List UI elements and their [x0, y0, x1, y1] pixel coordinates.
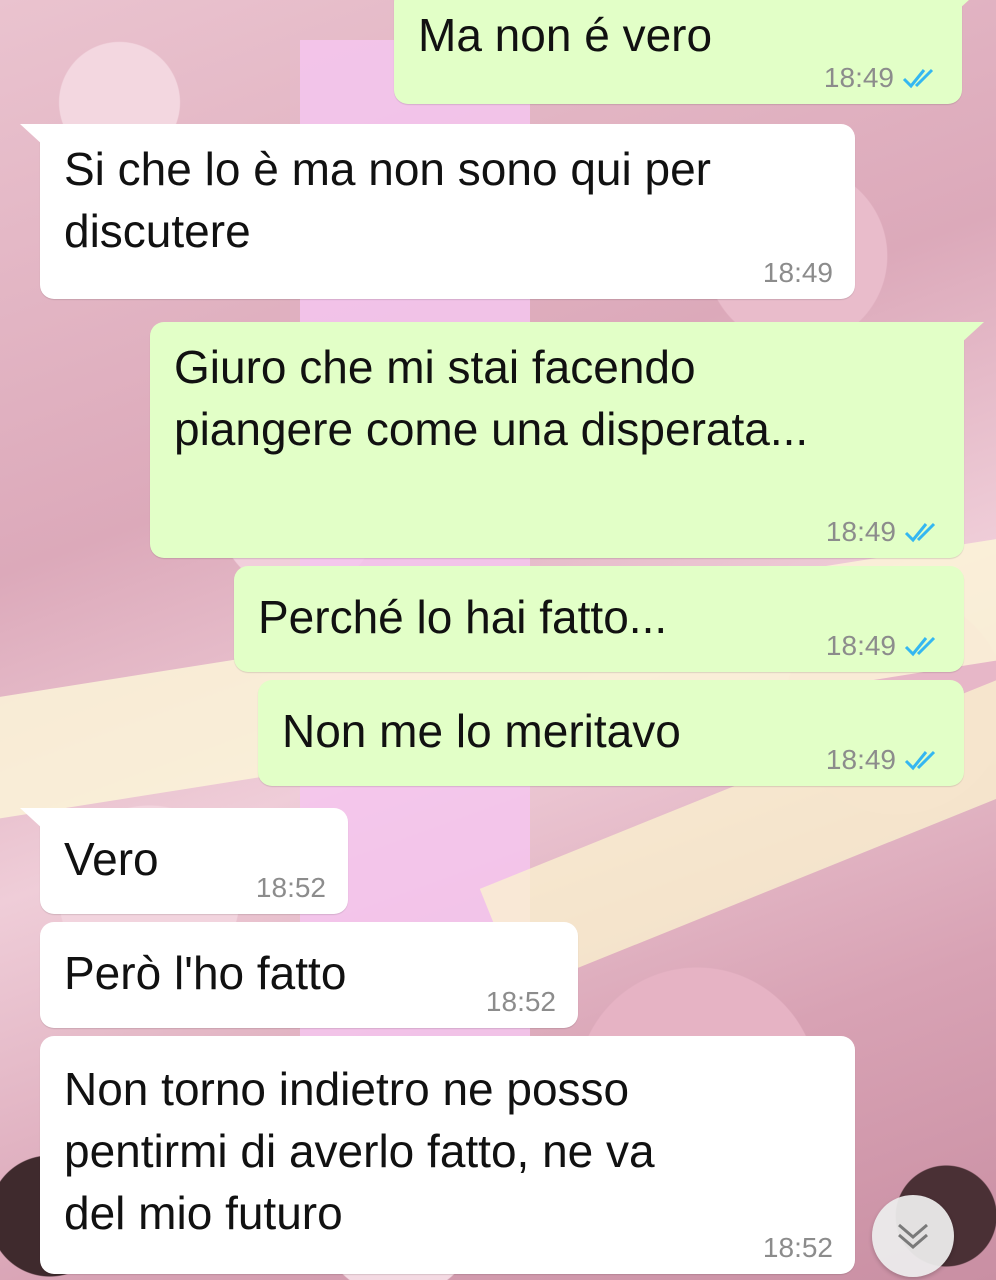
message-time: 18:49 [825, 516, 896, 547]
message-time: 18:49 [762, 257, 833, 288]
message-time: 18:52 [762, 1232, 833, 1263]
message-time: 18:52 [255, 872, 326, 903]
message-meta: 18:52 [763, 1232, 833, 1264]
message-time: 18:52 [485, 986, 556, 1017]
message-text: Vero [64, 833, 159, 885]
message-bubble-incoming[interactable]: Però l'ho fatto 18:52 [40, 922, 578, 1028]
message-bubble-incoming[interactable]: Vero 18:52 [20, 808, 348, 914]
message-bubble-outgoing[interactable]: Giuro che mi stai facendo piangere come … [150, 322, 984, 558]
message-bubble-outgoing[interactable]: Ma non é vero 18:49 [394, 0, 982, 104]
message-meta: 18:52 [256, 872, 326, 904]
message-meta: 18:49 [826, 744, 942, 776]
message-bubble-outgoing[interactable]: Perché lo hai fatto... 18:49 [234, 566, 964, 672]
bubble-tail [960, 322, 984, 344]
double-check-icon [904, 522, 936, 543]
chevron-double-down-icon [898, 1223, 928, 1249]
message-text: Non torno indietro ne posso pentirmi di … [64, 1063, 655, 1239]
message-meta: 18:52 [486, 986, 556, 1018]
message-meta: 18:49 [763, 257, 833, 289]
message-bubble-incoming[interactable]: Non torno indietro ne posso pentirmi di … [40, 1036, 855, 1274]
bubble-tail [20, 808, 44, 830]
double-check-icon [902, 68, 934, 89]
message-meta: 18:49 [826, 630, 942, 662]
message-bubble-outgoing[interactable]: Non me lo meritavo 18:49 [258, 680, 964, 786]
bubble-tail [958, 0, 982, 10]
message-time: 18:49 [825, 744, 896, 775]
message-text: Ma non é vero [418, 9, 713, 61]
message-time: 18:49 [823, 62, 894, 93]
double-check-icon [904, 750, 936, 771]
message-meta: 18:49 [826, 516, 942, 548]
message-bubble-incoming[interactable]: Si che lo è ma non sono qui per discuter… [20, 124, 855, 299]
bubble-tail [20, 124, 44, 146]
scroll-to-bottom-button[interactable] [872, 1195, 954, 1277]
message-text: Si che lo è ma non sono qui per discuter… [64, 143, 711, 257]
message-time: 18:49 [825, 630, 896, 661]
message-meta: 18:49 [824, 62, 940, 94]
message-text: Perché lo hai fatto... [258, 591, 668, 643]
message-text: Giuro che mi stai facendo piangere come … [174, 341, 809, 455]
double-check-icon [904, 636, 936, 657]
message-text: Non me lo meritavo [282, 705, 681, 757]
message-text: Però l'ho fatto [64, 947, 347, 999]
